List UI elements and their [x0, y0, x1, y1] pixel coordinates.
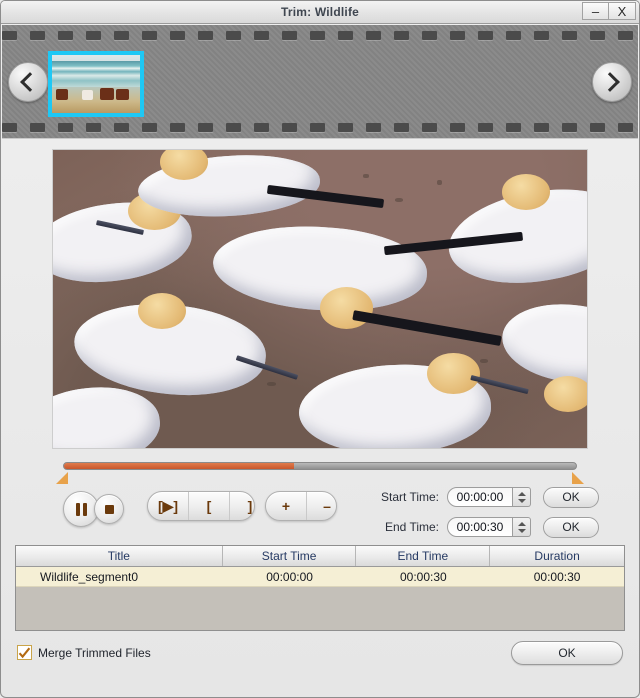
- merge-trimmed-files-checkbox[interactable]: Merge Trimmed Files: [17, 645, 151, 660]
- remove-segment-button[interactable]: –: [306, 492, 347, 520]
- trim-dialog: Trim: Wildlife – X [▶] [] + – Start Tim…: [0, 0, 640, 698]
- preview-bird-head: [544, 376, 587, 413]
- scrubber-row: [1, 455, 639, 485]
- timeline-scrubber[interactable]: [63, 462, 577, 470]
- window-controls: – X: [582, 2, 636, 20]
- preview-bird-head: [501, 173, 550, 210]
- thumbnail-horse: [116, 89, 129, 101]
- title-bar: Trim: Wildlife – X: [1, 1, 639, 24]
- video-preview[interactable]: [52, 149, 588, 449]
- add-segment-button[interactable]: +: [266, 492, 306, 520]
- scrubber-progress: [64, 463, 295, 469]
- cell-duration: 00:00:30: [533, 569, 581, 584]
- stepper-up-icon: [517, 521, 526, 526]
- clip-thumbnail[interactable]: [48, 51, 144, 117]
- column-header-start-time[interactable]: Start Time: [223, 546, 357, 566]
- thumbnail-sea: [52, 60, 140, 89]
- filmstrip-track: [2, 45, 638, 118]
- minimize-button[interactable]: –: [582, 2, 609, 20]
- previous-frame-button[interactable]: [8, 61, 48, 102]
- table-header: Title Start Time End Time Duration: [16, 546, 624, 567]
- end-time-label: End Time:: [384, 520, 439, 534]
- cell-end-time: 00:00:30: [399, 569, 447, 584]
- column-header-duration[interactable]: Duration: [490, 546, 624, 566]
- start-time-stepper[interactable]: [513, 487, 531, 507]
- trim-in-marker[interactable]: [56, 472, 68, 484]
- cell-start-time: 00:00:00: [266, 569, 313, 584]
- stepper-up-icon: [517, 491, 526, 496]
- sprocket-holes-top: [2, 31, 638, 40]
- stop-button[interactable]: [94, 494, 124, 524]
- stop-icon: [104, 504, 114, 514]
- chevron-right-icon: [600, 71, 620, 92]
- ok-button[interactable]: OK: [511, 641, 623, 665]
- marking-group: [▶] [ ]: [147, 491, 255, 521]
- end-time-input[interactable]: 00:00:30: [447, 517, 513, 537]
- cell-title: Wildlife_segment0: [40, 569, 139, 584]
- dialog-footer: Merge Trimmed Files OK: [1, 631, 639, 697]
- transport-controls: [▶] [ ] + – Start Time: 00:00:00 OK End …: [1, 485, 639, 538]
- end-time-stepper[interactable]: [513, 517, 531, 537]
- preview-bird-head: [138, 293, 187, 329]
- preview-area: [1, 139, 639, 449]
- column-header-title[interactable]: Title: [16, 546, 223, 566]
- thumbnail-horse: [100, 88, 114, 101]
- window-title: Trim: Wildlife: [280, 5, 360, 19]
- time-fields: Start Time: 00:00:00 OK End Time: 00:00:…: [371, 485, 625, 545]
- checkmark-icon: [18, 647, 31, 658]
- trim-out-marker[interactable]: [572, 472, 584, 484]
- mark-out-button[interactable]: ]: [229, 492, 270, 520]
- mark-in-button[interactable]: [: [188, 492, 229, 520]
- start-time-ok-button[interactable]: OK: [543, 486, 599, 508]
- thumbnail-horse: [82, 90, 93, 101]
- end-time-row: End Time: 00:00:30 OK: [371, 515, 625, 539]
- close-button[interactable]: X: [609, 2, 636, 20]
- stepper-down-icon: [517, 498, 526, 503]
- play-segment-button[interactable]: [▶]: [148, 492, 188, 520]
- start-time-row: Start Time: 00:00:00 OK: [371, 485, 625, 509]
- pause-icon: [75, 502, 87, 516]
- playback-group: [63, 491, 124, 527]
- preview-bird-head: [426, 352, 481, 395]
- add-remove-group: + –: [265, 491, 337, 521]
- end-time-ok-button[interactable]: OK: [543, 516, 599, 538]
- sprocket-holes-bottom: [2, 123, 638, 132]
- stepper-down-icon: [517, 528, 526, 533]
- filmstrip: [2, 25, 638, 139]
- segments-table: Title Start Time End Time Duration Wildl…: [15, 545, 625, 631]
- start-time-label: Start Time:: [380, 490, 439, 504]
- thumbnail-horse: [56, 89, 68, 101]
- checkbox-box: [17, 645, 32, 660]
- chevron-left-icon: [20, 71, 40, 92]
- column-header-end-time[interactable]: End Time: [356, 546, 491, 566]
- next-frame-button[interactable]: [592, 61, 632, 102]
- table-row[interactable]: Wildlife_segment0 00:00:00 00:00:30 00:0…: [16, 567, 624, 587]
- preview-bird-head: [320, 287, 374, 329]
- merge-trimmed-files-label: Merge Trimmed Files: [38, 645, 151, 660]
- start-time-input[interactable]: 00:00:00: [447, 487, 513, 507]
